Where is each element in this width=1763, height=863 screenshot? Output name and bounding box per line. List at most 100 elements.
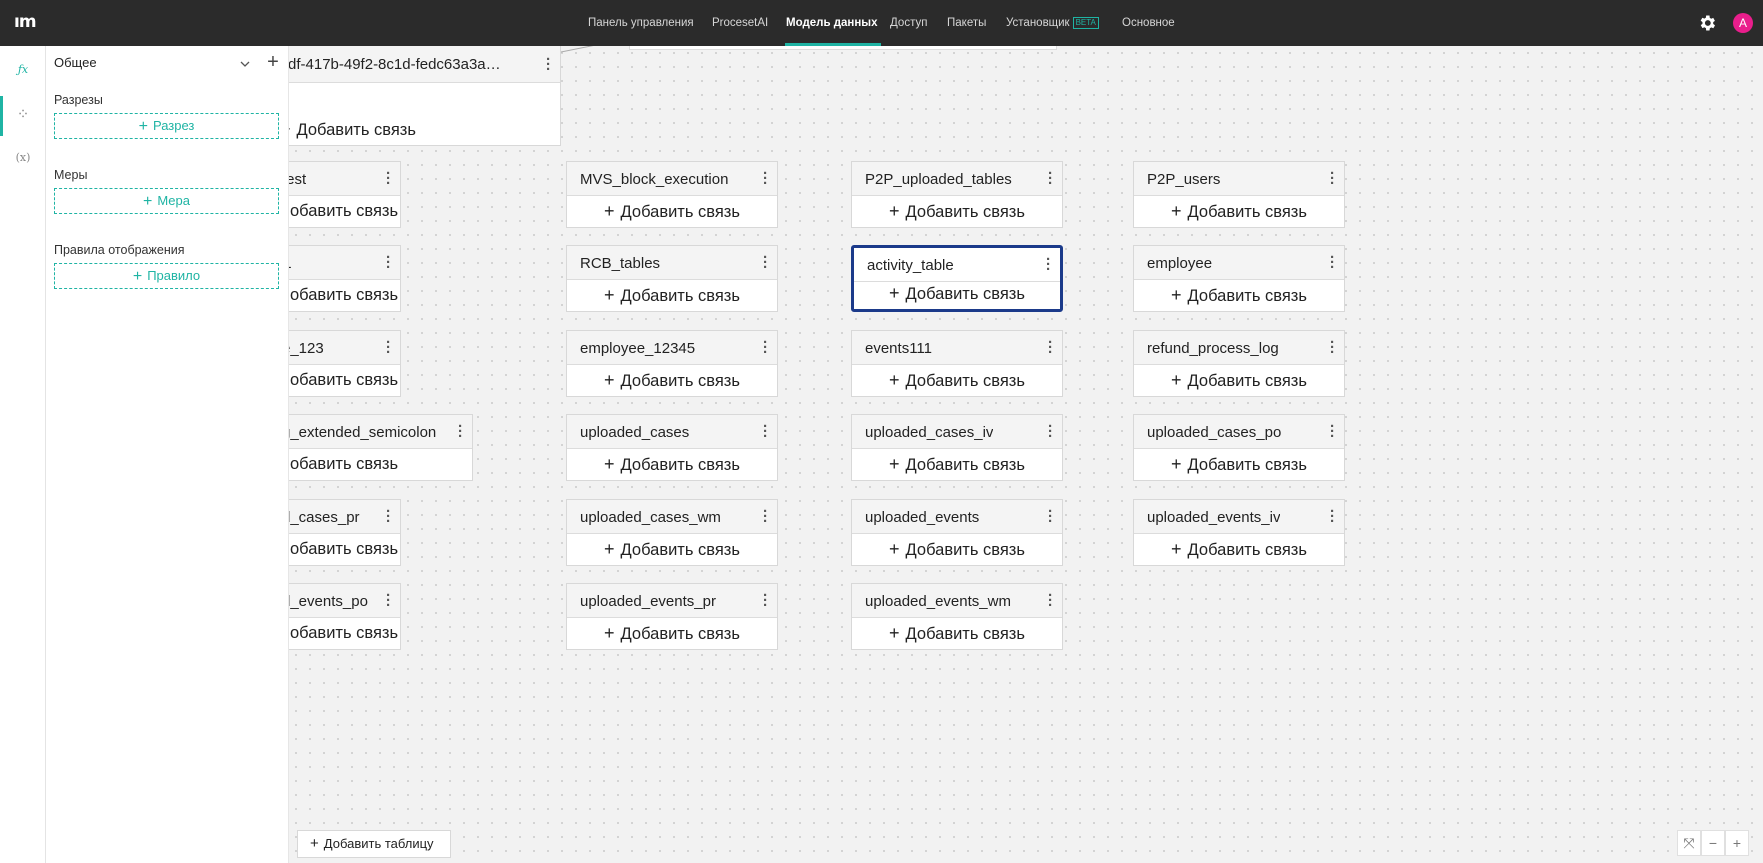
kebab-menu-icon[interactable]: · · ·: [763, 419, 768, 444]
settings-gear-icon[interactable]: [1697, 13, 1717, 33]
table-card[interactable]: refund_process_log · · · + Добавить связь: [1133, 330, 1345, 397]
add-link-button[interactable]: + Добавить связь: [1134, 195, 1344, 227]
components-icon[interactable]: ⁘: [13, 104, 33, 124]
add-link-button[interactable]: + Добавить связь: [567, 448, 777, 480]
table-card-name: L: [289, 255, 291, 272]
kebab-menu-icon[interactable]: · · ·: [1046, 252, 1051, 277]
kebab-menu-icon[interactable]: · · ·: [1048, 419, 1053, 444]
table-card[interactable]: uploaded_events_iv · · · + Добавить связь: [1133, 499, 1345, 566]
add-link-button[interactable]: + Добавить связь: [1134, 533, 1344, 565]
add-link-button[interactable]: + Добавить связь: [567, 617, 777, 649]
table-card[interactable]: employee · · · + Добавить связь: [1133, 245, 1345, 312]
table-card[interactable]: d_cases_pr · · · обавить связь: [289, 499, 401, 566]
table-card[interactable]: L ··· обавить связь: [289, 245, 401, 312]
kebab-menu-icon[interactable]: · · ·: [763, 166, 768, 191]
kebab-menu-icon[interactable]: · · ·: [386, 166, 391, 191]
add-link-button[interactable]: + Добавить связь: [854, 277, 1060, 309]
add-link-button[interactable]: обавить связь: [289, 617, 400, 649]
add-link-button[interactable]: + Добавить связь: [289, 114, 560, 145]
zoom-in-button[interactable]: +: [1725, 830, 1749, 856]
add-link-button[interactable]: обавить связь: [289, 364, 400, 396]
nav-general[interactable]: Основное: [1122, 0, 1175, 46]
add-link-button[interactable]: + Добавить связь: [852, 448, 1062, 480]
table-card[interactable]: uploaded_cases · · · + Добавить связь: [566, 414, 778, 481]
add-link-button[interactable]: обавить связь: [289, 195, 400, 227]
kebab-menu-icon[interactable]: · · ·: [546, 52, 551, 77]
section-label-measures: Меры: [54, 168, 88, 182]
kebab-menu-icon[interactable]: · · ·: [1330, 419, 1335, 444]
user-avatar[interactable]: A: [1733, 13, 1753, 33]
kebab-menu-icon[interactable]: · · ·: [1330, 166, 1335, 191]
kebab-menu-icon[interactable]: · · ·: [763, 250, 768, 275]
chevron-down-icon[interactable]: [239, 58, 251, 70]
kebab-menu-icon[interactable]: · · ·: [1048, 335, 1053, 360]
add-link-button[interactable]: + Добавить связь: [1134, 448, 1344, 480]
table-card[interactable]: RCB_tables · · · + Добавить связь: [566, 245, 778, 312]
table-card[interactable]: uploaded_cases_iv · · · + Добавить связь: [851, 414, 1063, 481]
function-icon[interactable]: ƒx: [13, 60, 33, 80]
table-card[interactable]: df-417b-49f2-8c1d-fedc63a3a… ··· + Добави…: [289, 46, 561, 146]
kebab-menu-icon[interactable]: · · ·: [1330, 504, 1335, 529]
add-link-button[interactable]: + Добавить связь: [852, 195, 1062, 227]
table-card-header: RCB_tables · · ·: [567, 246, 777, 280]
add-link-button[interactable]: + Добавить связь: [567, 279, 777, 311]
data-model-canvas[interactable]: df-417b-49f2-8c1d-fedc63a3a… ··· + Добави…: [289, 46, 1763, 863]
table-card[interactable]: test ··· обавить связь: [289, 161, 401, 228]
kebab-menu-icon[interactable]: · · ·: [1048, 166, 1053, 191]
kebab-menu-icon[interactable]: · · ·: [763, 335, 768, 360]
add-link-button[interactable]: + Добавить связь: [1134, 364, 1344, 396]
kebab-menu-icon[interactable]: · · ·: [386, 335, 391, 360]
kebab-menu-icon[interactable]: · · ·: [386, 250, 391, 275]
table-card[interactable]: P2P_users · · · + Добавить связь: [1133, 161, 1345, 228]
kebab-menu-icon[interactable]: · · ·: [1330, 335, 1335, 360]
table-card[interactable]: employee_12345 · · · + Добавить связь: [566, 330, 778, 397]
table-card[interactable]: activity_table · · · + Добавить связь: [851, 245, 1063, 312]
nav-installer[interactable]: Установщик BETA: [1006, 0, 1099, 46]
table-card[interactable]: uploaded_events_pr · · · + Добавить связь: [566, 583, 778, 650]
table-card[interactable]: uploaded_events_wm · · · + Добавить связь: [851, 583, 1063, 650]
add-link-button[interactable]: + Добавить связь: [567, 533, 777, 565]
nav-packages[interactable]: Пакеты: [947, 0, 986, 46]
kebab-menu-icon[interactable]: · · ·: [1330, 250, 1335, 275]
kebab-menu-icon[interactable]: · · ·: [386, 588, 391, 613]
table-card[interactable]: uploaded_events · · · + Добавить связь: [851, 499, 1063, 566]
add-link-button[interactable]: + Добавить связь: [567, 195, 777, 227]
model-side-panel: Общее + Разрезы + Разрез Меры + Мера Прави…: [46, 46, 289, 863]
add-rule-button[interactable]: + Правило: [54, 263, 279, 289]
add-dimension-button[interactable]: + Разрез: [54, 113, 279, 139]
kebab-menu-icon[interactable]: · · ·: [763, 588, 768, 613]
add-link-button[interactable]: обавить связь: [289, 533, 400, 565]
table-card[interactable]: P2P_uploaded_tables · · · + Добавить связь: [851, 161, 1063, 228]
kebab-menu-icon[interactable]: · · ·: [458, 419, 463, 444]
kebab-menu-icon[interactable]: · · ·: [763, 504, 768, 529]
add-link-button[interactable]: + Добавить связь: [852, 617, 1062, 649]
nav-access[interactable]: Доступ: [890, 0, 927, 46]
add-link-button[interactable]: + Добавить связь: [852, 533, 1062, 565]
nav-data-model[interactable]: Модель данных: [786, 0, 878, 46]
add-link-button[interactable]: обавить связь: [289, 448, 472, 480]
nav-procesetai[interactable]: ProcesetAI: [712, 0, 768, 46]
table-card[interactable]: g_extended_semicolon · · · обавить связь: [289, 414, 473, 481]
add-link-button[interactable]: обавить связь: [289, 279, 400, 311]
add-table-button[interactable]: + Добавить таблицу: [297, 830, 451, 858]
kebab-menu-icon[interactable]: · · ·: [1048, 588, 1053, 613]
table-card[interactable]: uploaded_cases_po · · · + Добавить связь: [1133, 414, 1345, 481]
add-link-button[interactable]: + Добавить связь: [567, 364, 777, 396]
panel-title[interactable]: Общее: [54, 55, 97, 70]
variable-icon[interactable]: (x): [13, 148, 33, 168]
table-card[interactable]: e_123 ··· обавить связь: [289, 330, 401, 397]
table-card[interactable]: MVS_block_execution · · · + Добавить связь: [566, 161, 778, 228]
kebab-menu-icon[interactable]: · · ·: [386, 504, 391, 529]
add-link-button[interactable]: + Добавить связь: [1134, 279, 1344, 311]
table-card[interactable]: events111 · · · + Добавить связь: [851, 330, 1063, 397]
add-link-button[interactable]: + Добавить связь: [852, 364, 1062, 396]
nav-dashboard[interactable]: Панель управления: [588, 0, 694, 46]
table-card[interactable]: uploaded_cases_wm · · · + Добавить связь: [566, 499, 778, 566]
add-icon[interactable]: +: [265, 52, 281, 72]
table-card[interactable]: d_events_po · · · обавить связь: [289, 583, 401, 650]
kebab-menu-icon[interactable]: · · ·: [1048, 504, 1053, 529]
add-measure-button[interactable]: + Мера: [54, 188, 279, 214]
app-logo[interactable]: ım: [14, 12, 37, 32]
zoom-out-button[interactable]: −: [1701, 830, 1725, 856]
fit-view-icon[interactable]: ⤧: [1677, 830, 1701, 856]
